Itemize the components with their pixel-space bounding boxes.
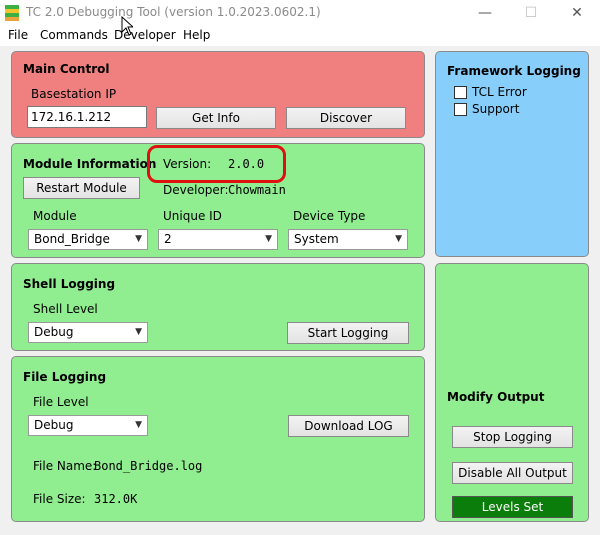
chevron-down-icon: ▼ [135, 420, 142, 430]
minimize-button[interactable]: — [462, 0, 508, 26]
basestation-ip-input[interactable]: 172.16.1.212 [27, 106, 147, 128]
menu-bar: File Commands Developer Help [0, 26, 600, 46]
tcl-error-checkbox[interactable] [454, 86, 467, 99]
unique-id-select-value: 2 [164, 232, 172, 246]
support-label: Support [472, 102, 520, 116]
shell-level-select-value: Debug [34, 325, 74, 339]
file-size-value: 312.0K [94, 492, 138, 506]
shell-level-select[interactable]: Debug ▼ [28, 322, 148, 343]
file-logging-panel: File Logging File Level Debug ▼ Download… [11, 356, 425, 522]
start-logging-button[interactable]: Start Logging [287, 322, 409, 344]
developer-label: Developer: [163, 183, 229, 197]
shell-logging-title: Shell Logging [23, 277, 116, 291]
download-log-button[interactable]: Download LOG [288, 415, 409, 437]
device-type-select[interactable]: System ▼ [288, 229, 408, 250]
file-logging-title: File Logging [23, 370, 107, 384]
main-control-title: Main Control [23, 62, 110, 76]
basestation-ip-label: Basestation IP [31, 87, 117, 101]
restart-module-button[interactable]: Restart Module [23, 177, 140, 199]
discover-button[interactable]: Discover [286, 107, 406, 129]
mouse-cursor-icon [121, 16, 133, 36]
device-type-label: Device Type [293, 209, 366, 223]
file-level-label: File Level [33, 395, 89, 409]
framework-logging-title: Framework Logging [447, 64, 581, 78]
file-name-value: Bond_Bridge.log [94, 459, 203, 473]
modify-output-title: Modify Output [447, 390, 545, 404]
device-type-select-value: System [294, 232, 339, 246]
version-highlight [147, 145, 286, 183]
file-level-select-value: Debug [34, 418, 74, 432]
chevron-down-icon: ▼ [395, 234, 402, 244]
module-information-title: Module Information [23, 157, 157, 171]
module-select[interactable]: Bond_Bridge ▼ [28, 229, 148, 250]
developer-value: Chowmain [228, 183, 286, 197]
unique-id-label: Unique ID [163, 209, 222, 223]
support-checkbox[interactable] [454, 103, 467, 116]
window-title: TC 2.0 Debugging Tool (version 1.0.2023.… [26, 5, 321, 19]
chevron-down-icon: ▼ [135, 234, 142, 244]
module-select-value: Bond_Bridge [34, 232, 110, 246]
menu-file[interactable]: File [8, 28, 28, 42]
chevron-down-icon: ▼ [265, 234, 272, 244]
disable-all-output-button[interactable]: Disable All Output [452, 462, 573, 484]
file-name-label: File Name: [33, 459, 97, 473]
levels-set-button[interactable]: Levels Set [452, 496, 573, 518]
modify-output-panel: Modify Output Stop Logging Disable All O… [435, 263, 589, 522]
menu-help[interactable]: Help [183, 28, 210, 42]
shell-logging-panel: Shell Logging Shell Level Debug ▼ Start … [11, 263, 425, 351]
app-icon [5, 5, 19, 21]
tcl-error-label: TCL Error [472, 85, 527, 99]
menu-commands[interactable]: Commands [40, 28, 108, 42]
shell-level-label: Shell Level [33, 302, 98, 316]
get-info-button[interactable]: Get Info [156, 107, 276, 129]
file-size-label: File Size: [33, 492, 86, 506]
file-level-select[interactable]: Debug ▼ [28, 415, 148, 436]
unique-id-select[interactable]: 2 ▼ [158, 229, 278, 250]
maximize-button[interactable]: ☐ [508, 0, 554, 26]
main-control-panel: Main Control Basestation IP 172.16.1.212… [11, 51, 425, 138]
module-label: Module [33, 209, 77, 223]
title-bar: TC 2.0 Debugging Tool (version 1.0.2023.… [0, 0, 600, 26]
close-button[interactable]: ✕ [554, 0, 600, 26]
stop-logging-button[interactable]: Stop Logging [452, 426, 573, 448]
chevron-down-icon: ▼ [135, 327, 142, 337]
framework-logging-panel: Framework Logging TCL Error Support [435, 51, 589, 257]
